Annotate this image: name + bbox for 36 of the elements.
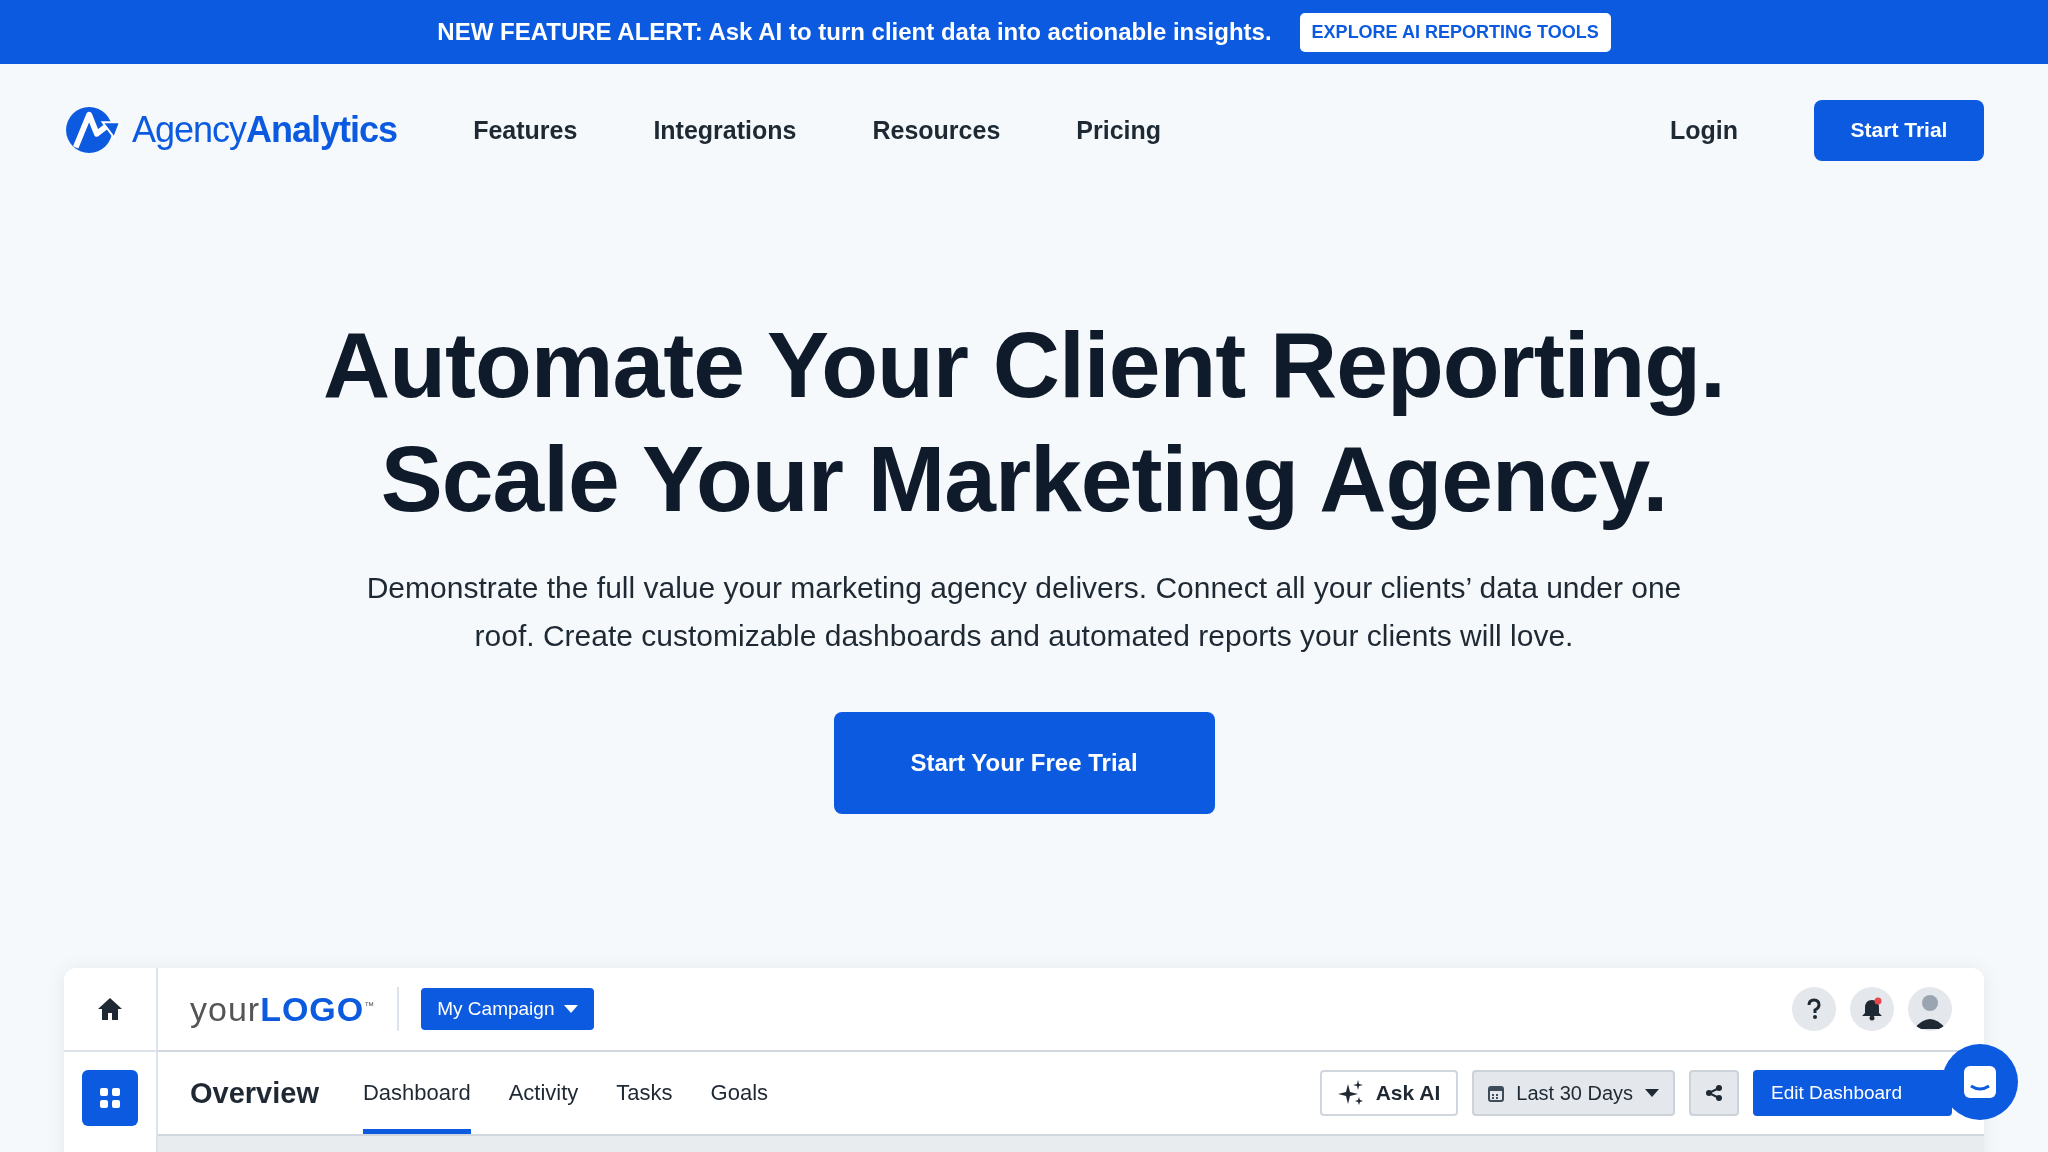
- login-link[interactable]: Login: [1669, 115, 1738, 145]
- nav-link[interactable]: Pricing: [1076, 115, 1162, 145]
- explore-button[interactable]: EXPLORE AI REPORTING TOOLS: [1299, 12, 1611, 52]
- dashboard-tab[interactable]: Goals: [710, 1052, 769, 1134]
- logo-icon[interactable]: [64, 105, 122, 155]
- edit-dashboard-button[interactable]: Edit Dashboard: [1753, 1070, 1952, 1116]
- dashboard-tab[interactable]: Activity: [508, 1052, 579, 1134]
- page-title: Overview: [190, 1076, 319, 1110]
- hero-description: Demonstrate the full value your marketing agency delivers. Connect all your clients’ data under one roof. Create customizable dashboards and automated reports your clients will love.: [365, 570, 1683, 654]
- grid-icon: [99, 1087, 121, 1109]
- share-button[interactable]: [1689, 1070, 1740, 1116]
- calendar-icon: [1488, 1084, 1505, 1102]
- nav-link[interactable]: Integrations: [653, 115, 797, 145]
- caret-icon: [1645, 1089, 1660, 1097]
- banner-text: NEW FEATURE ALERT: Ask AI to turn client data into actionable insights.: [437, 18, 1272, 46]
- sparkle-icon: [1337, 1080, 1364, 1106]
- free-trial-button[interactable]: Start Your Free Trial: [833, 712, 1215, 814]
- caret-icon: [564, 1005, 579, 1013]
- dashboard-grid-button[interactable]: [82, 1070, 138, 1126]
- help-icon[interactable]: [1792, 987, 1836, 1031]
- start-trial-button[interactable]: Start Trial: [1814, 99, 1984, 161]
- share-icon: [1705, 1084, 1724, 1102]
- hero-heading: Scale Your Marketing Agency.: [380, 426, 1668, 533]
- hero-heading: Automate Your Client Reporting.: [323, 312, 1725, 419]
- user-avatar[interactable]: [1908, 987, 1952, 1031]
- campaign-dropdown[interactable]: My Campaign: [421, 988, 595, 1030]
- chat-icon: [1962, 1064, 1998, 1100]
- dashboard-tab[interactable]: Tasks: [616, 1052, 673, 1134]
- notification-bell-icon[interactable]: [1850, 987, 1894, 1031]
- nav-link[interactable]: Features: [473, 115, 578, 145]
- ask-ai-button[interactable]: Ask AI: [1319, 1070, 1459, 1116]
- client-logo: yourLOGO$^{™}$: [190, 989, 376, 1029]
- date-range-dropdown[interactable]: Last 30 Days: [1472, 1070, 1676, 1116]
- home-icon[interactable]: [97, 997, 123, 1021]
- nav-link[interactable]: Resources: [872, 115, 1001, 145]
- logo-text[interactable]: AgencyAnalytics: [132, 109, 398, 151]
